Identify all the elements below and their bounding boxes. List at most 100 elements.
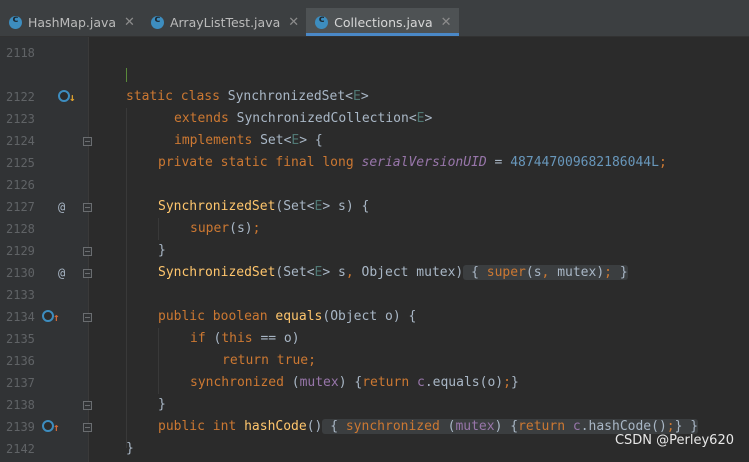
tab-label: Collections.java — [334, 14, 433, 30]
keyword: super — [190, 221, 230, 236]
semicolon: ; — [503, 375, 511, 390]
semicolon: ; — [666, 419, 675, 434]
line-number: 2142 — [6, 442, 35, 456]
implementations-icon[interactable]: ↓ — [58, 86, 76, 108]
type-param: E — [352, 89, 361, 104]
keyword: super — [486, 265, 526, 280]
paren: ) { — [338, 375, 363, 390]
line-number: 2127 — [6, 200, 35, 214]
indent-guide — [126, 108, 127, 448]
line-number: 2135 — [6, 332, 35, 346]
punct: > — [424, 111, 433, 126]
field-name: serialVersionUID — [361, 155, 487, 170]
method-name: SynchronizedSet — [158, 199, 276, 214]
class-name: SynchronizedSet — [227, 89, 346, 104]
line-number: 2134 — [6, 310, 35, 324]
code-line-2124[interactable]: implements Set<E> { — [174, 130, 323, 152]
java-class-icon — [315, 14, 329, 29]
indent-guide — [158, 218, 159, 240]
code-line-2129[interactable]: } — [158, 240, 166, 262]
code-line-2135[interactable]: if (this == o) — [190, 328, 300, 350]
line-number: 2129 — [6, 244, 35, 258]
tab-arraylisttest[interactable]: ArrayListTest.java ✕ — [142, 8, 306, 36]
field-ref: mutex — [455, 419, 495, 434]
keyword: return — [518, 419, 573, 434]
keyword: static class — [126, 89, 228, 104]
code-line-2142[interactable]: } — [126, 438, 134, 460]
type-name: SynchronizedCollection — [236, 111, 409, 126]
type-name: Set — [260, 133, 284, 148]
line-number: 2123 — [6, 112, 35, 126]
tab-hashmap[interactable]: HashMap.java ✕ — [0, 8, 142, 36]
keyword: public int — [158, 419, 245, 434]
tab-collections[interactable]: Collections.java ✕ — [306, 8, 460, 36]
code-line-2123[interactable]: extends SynchronizedCollection<E> — [174, 108, 432, 130]
java-class-icon — [9, 14, 22, 29]
fold-marker-icon[interactable] — [83, 269, 92, 278]
fold-marker-icon[interactable] — [83, 137, 92, 146]
brace: } — [158, 243, 166, 258]
keyword: return — [362, 375, 417, 390]
line-number: 2133 — [6, 288, 35, 302]
tab-label: ArrayListTest.java — [169, 14, 281, 30]
folded-body[interactable]: { synchronized (mutex) {return c.hashCod… — [322, 419, 699, 434]
brace: } — [612, 265, 628, 280]
paren: ) { — [494, 419, 519, 434]
line-number: 2128 — [6, 222, 35, 236]
code-line-2122[interactable]: static class SynchronizedSet<E> — [126, 86, 369, 108]
at-icon[interactable]: @ — [58, 196, 65, 218]
operator: = — [486, 155, 511, 170]
code-line-2130[interactable]: SynchronizedSet(Set<E> s, Object mutex) … — [158, 262, 628, 284]
ide-editor-window: HashMap.java ✕ ArrayListTest.java ✕ Coll… — [0, 0, 749, 462]
close-icon[interactable]: ✕ — [124, 15, 135, 30]
code-line-2125[interactable]: private static final long serialVersionU… — [158, 152, 667, 174]
brace: { — [463, 265, 487, 280]
close-icon[interactable]: ✕ — [441, 15, 452, 30]
keyword: synchronized — [345, 419, 448, 434]
keyword: public boolean — [158, 309, 276, 324]
fold-marker-icon[interactable] — [83, 203, 92, 212]
params: Object mutex) — [361, 265, 464, 280]
code-line-2138[interactable]: } — [158, 394, 166, 416]
watermark-text: CSDN @Perley620 — [614, 433, 734, 448]
method-name: equals — [275, 309, 323, 324]
text-caret — [126, 68, 127, 82]
params: (Set< — [275, 199, 315, 214]
number-literal: 487447009682186044L — [510, 155, 659, 170]
comma: , — [345, 265, 362, 280]
keyword: implements — [174, 133, 261, 148]
semicolon: ; — [252, 221, 261, 236]
fold-marker-icon[interactable] — [83, 423, 92, 432]
call: .equals(o) — [424, 375, 504, 390]
folded-body[interactable]: { super(s, mutex); } — [463, 265, 628, 280]
line-number: 2122 — [6, 90, 35, 104]
punct: > — [360, 89, 369, 104]
args: mutex) — [557, 265, 605, 280]
semicolon: ; — [658, 155, 667, 170]
args: (s) — [229, 221, 253, 236]
code-line-2134[interactable]: public boolean equals(Object o) { — [158, 306, 416, 328]
line-number: 2138 — [6, 398, 35, 412]
overrides-icon[interactable]: ↑ — [42, 306, 60, 328]
keyword: private static final long — [158, 155, 362, 170]
code-line-2127[interactable]: SynchronizedSet(Set<E> s) { — [158, 196, 369, 218]
overrides-icon[interactable]: ↑ — [42, 416, 60, 438]
fold-marker-icon[interactable] — [83, 401, 92, 410]
at-icon[interactable]: @ — [58, 262, 65, 284]
params: (Object o) { — [322, 309, 417, 324]
params: () — [306, 419, 323, 434]
args: (s — [525, 265, 542, 280]
close-icon[interactable]: ✕ — [288, 15, 299, 30]
keyword: synchronized — [190, 375, 292, 390]
params: > s) { — [322, 199, 370, 214]
code-line-2128[interactable]: super(s); — [190, 218, 260, 240]
semicolon: ; — [604, 265, 612, 280]
method-name: SynchronizedSet — [158, 265, 276, 280]
keyword: if — [190, 331, 214, 346]
fold-marker-icon[interactable] — [83, 313, 92, 322]
editor-tab-bar: HashMap.java ✕ ArrayListTest.java ✕ Coll… — [0, 8, 749, 37]
code-line-2136[interactable]: return true; — [222, 350, 316, 372]
punct: < — [345, 89, 353, 104]
code-line-2137[interactable]: synchronized (mutex) {return c.equals(o)… — [190, 372, 519, 394]
fold-marker-icon[interactable] — [83, 247, 92, 256]
